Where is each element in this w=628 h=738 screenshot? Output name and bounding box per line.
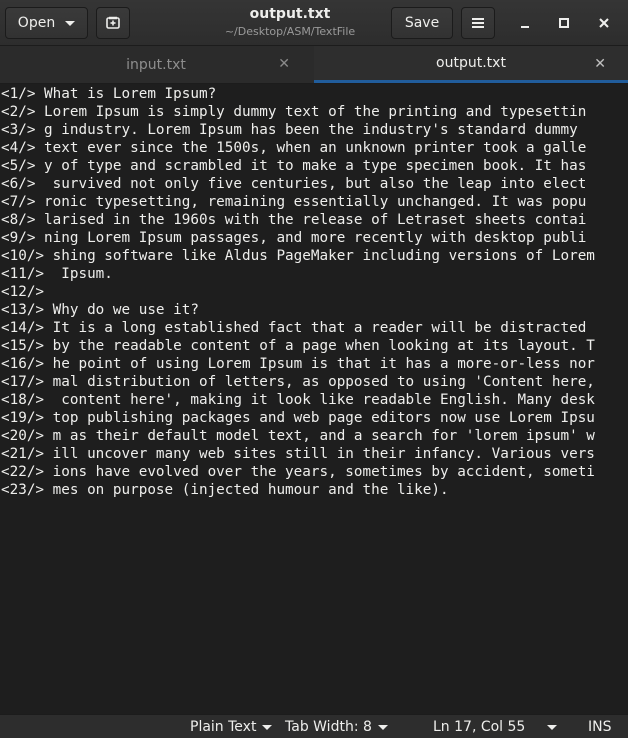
new-document-button[interactable] — [96, 7, 130, 39]
tab-output-txt[interactable]: output.txt ✕ — [314, 46, 628, 83]
minimize-button[interactable] — [514, 12, 536, 34]
open-button-label: Open — [17, 15, 56, 31]
window-subtitle: ~/Desktop/ASM/TextFile — [224, 25, 356, 38]
minimize-icon — [521, 26, 529, 28]
maximize-button[interactable] — [553, 12, 575, 34]
title-block: output.txt ~/Desktop/ASM/TextFile — [200, 6, 380, 38]
editor-line: <12/> — [1, 284, 45, 300]
maximize-icon — [559, 18, 569, 28]
insert-mode-indicator[interactable]: INS — [588, 719, 612, 735]
editor-line: <6/> survived not only five centuries, b… — [1, 176, 587, 192]
cursor-position-label: Ln 17, Col 55 — [433, 719, 526, 735]
language-label: Plain Text — [190, 719, 257, 735]
editor-line: <19/> top publishing packages and web pa… — [1, 410, 595, 426]
editor-line: <14/> It is a long established fact that… — [1, 320, 595, 336]
editor-line: <1/> What is Lorem Ipsum? — [1, 86, 217, 102]
menu-button[interactable] — [461, 7, 495, 39]
editor-line: <20/> m as their default model text, and… — [1, 428, 595, 444]
editor-line: <21/> ill uncover many web sites still i… — [1, 446, 595, 462]
editor-line: <2/> Lorem Ipsum is simply dummy text of… — [1, 104, 587, 120]
chevron-down-icon — [65, 20, 76, 26]
editor-line: <11/> Ipsum. — [1, 266, 113, 282]
tab-width-selector[interactable]: Tab Width: 8 — [285, 719, 388, 735]
editor-line: <13/> Why do we use it? — [1, 302, 199, 318]
tab-close-icon[interactable]: ✕ — [278, 56, 290, 72]
editor-line: <9/> ning Lorem Ipsum passages, and more… — [1, 230, 587, 246]
editor-line: <16/> he point of using Lorem Ipsum is t… — [1, 356, 595, 372]
insert-mode-label: INS — [588, 719, 612, 735]
status-bar: Plain Text Tab Width: 8 Ln 17, Col 55 IN… — [0, 714, 628, 738]
editor-line: <22/> ions have evolved over the years, … — [1, 464, 595, 480]
tab-label: output.txt — [436, 55, 506, 71]
cursor-position-selector[interactable]: Ln 17, Col 55 — [433, 719, 558, 735]
tab-input-txt[interactable]: input.txt ✕ — [0, 46, 312, 83]
language-selector[interactable]: Plain Text — [190, 719, 273, 735]
new-document-icon — [106, 16, 120, 29]
editor-line: <5/> y of type and scrambled it to make … — [1, 158, 587, 174]
close-icon — [599, 18, 609, 28]
text-editor[interactable]: <1/> What is Lorem Ipsum? <2/> Lorem Ips… — [0, 84, 628, 714]
tab-bar: input.txt ✕ output.txt ✕ — [0, 46, 628, 84]
editor-line: <8/> larised in the 1960s with the relea… — [1, 212, 587, 228]
editor-line: <10/> shing software like Aldus PageMake… — [1, 248, 595, 264]
tab-width-label: Tab Width: 8 — [285, 719, 372, 735]
open-button[interactable]: Open — [5, 7, 88, 39]
close-window-button[interactable] — [593, 12, 615, 34]
editor-line: <15/> by the readable content of a page … — [1, 338, 595, 354]
chevron-down-icon — [377, 724, 388, 730]
save-button-label: Save — [404, 15, 440, 31]
tab-label: input.txt — [126, 56, 186, 73]
chevron-down-icon — [262, 724, 273, 730]
editor-line: <23/> mes on purpose (injected humour an… — [1, 482, 449, 498]
editor-line: <7/> ronic typesetting, remaining essent… — [1, 194, 587, 210]
editor-line: <18/> content here', making it look like… — [1, 392, 595, 408]
editor-line: <4/> text ever since the 1500s, when an … — [1, 140, 587, 156]
chevron-down-icon — [547, 724, 558, 730]
save-button[interactable]: Save — [391, 7, 453, 39]
tab-close-icon[interactable]: ✕ — [594, 56, 606, 72]
editor-line: <3/> g industry. Lorem Ipsum has been th… — [1, 122, 587, 138]
window-title: output.txt — [249, 6, 331, 22]
header-bar: Open output.txt ~/Desktop/ASM/TextFile S… — [0, 0, 628, 46]
editor-line: <17/> mal distribution of letters, as op… — [1, 374, 595, 390]
hamburger-menu-icon — [472, 18, 484, 28]
